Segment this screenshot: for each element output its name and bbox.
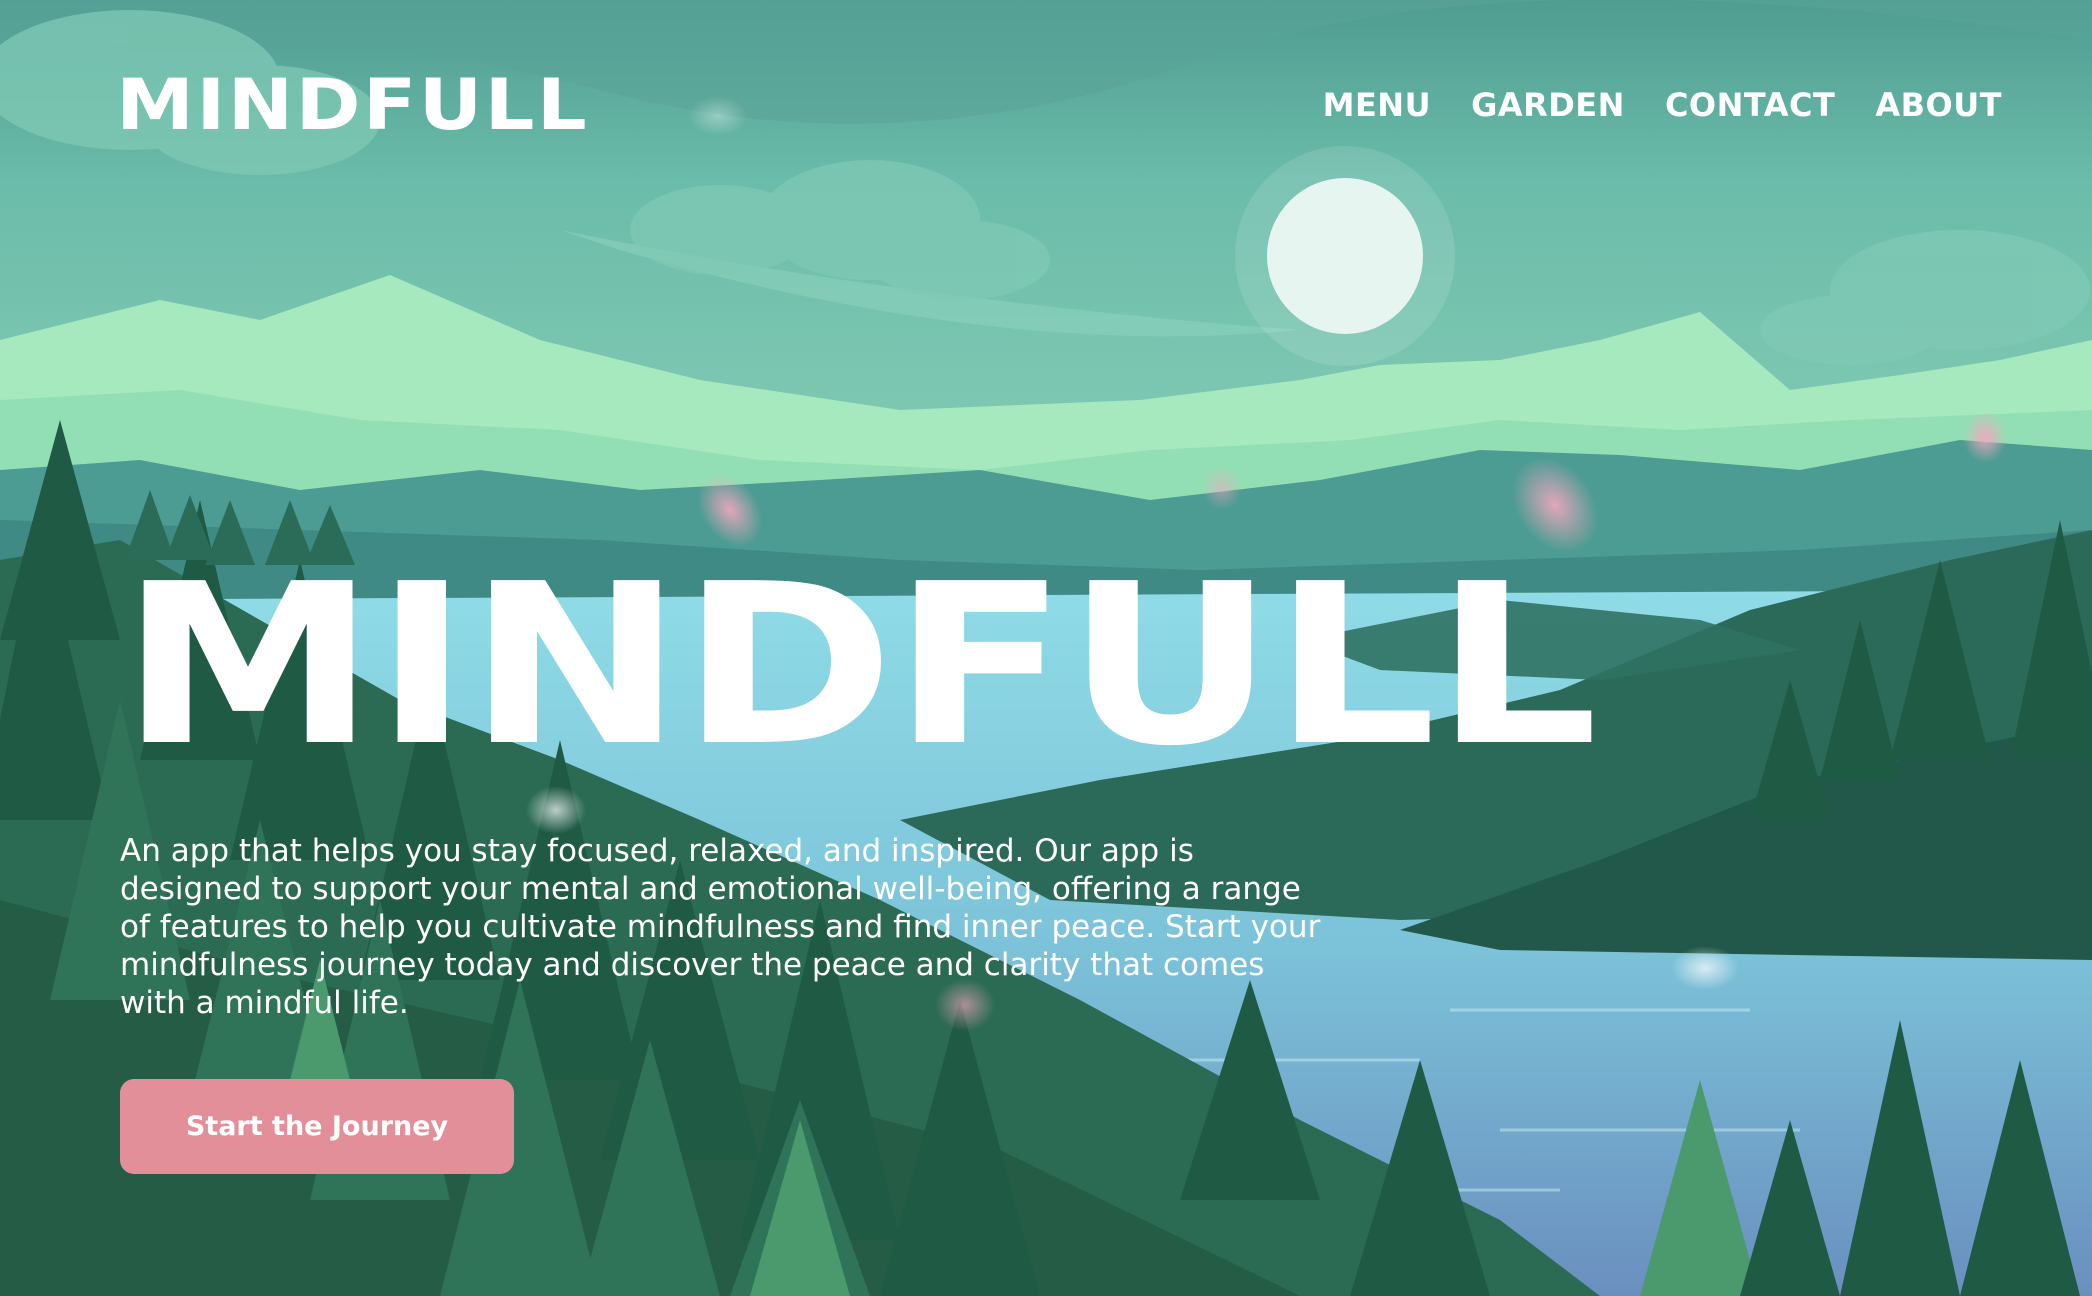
nav-item-contact[interactable]: CONTACT [1665,86,1835,124]
site-logo[interactable]: MINDFULL [116,70,589,140]
hero-title: MINDFULL [120,537,1598,795]
nav-item-about[interactable]: ABOUT [1875,86,2002,124]
hero-description: An app that helps you stay focused, rela… [120,833,1321,1021]
nav-item-garden[interactable]: GARDEN [1471,86,1625,124]
main-nav: MENU GARDEN CONTACT ABOUT [1323,86,2002,124]
start-journey-button[interactable]: Start the Journey [120,1079,514,1174]
nav-item-menu[interactable]: MENU [1323,86,1431,124]
